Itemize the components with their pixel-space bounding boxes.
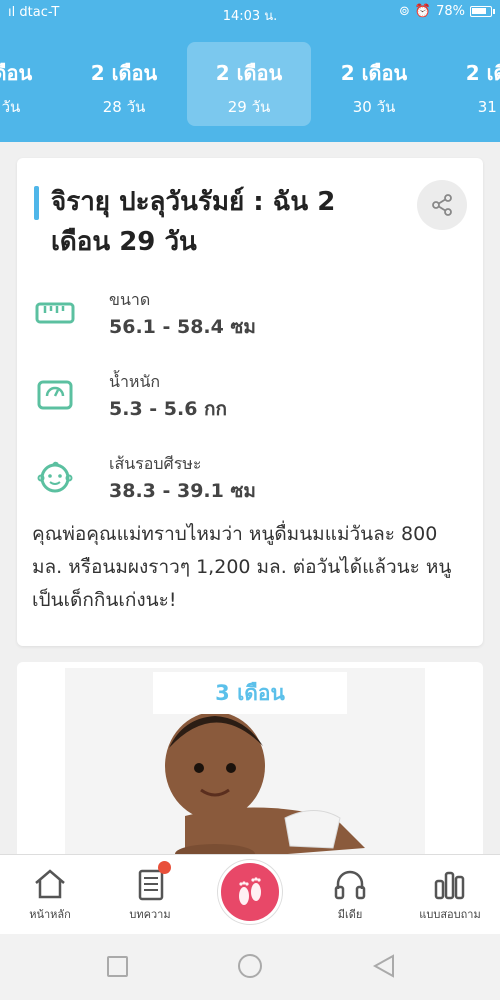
- age-tab[interactable]: 2 เดือน 30 วัน: [312, 42, 436, 126]
- alarm-icon: ⏰: [414, 4, 432, 19]
- share-button[interactable]: [417, 180, 467, 230]
- growth-card: จิรายุ ปะลุวันรัมย์ : ฉัน 2 เดือน 29 วัน…: [17, 158, 483, 646]
- baby-image-card[interactable]: 3 เดือน: [17, 662, 483, 862]
- age-tabs: 2 เดือน 27 วัน 2 เดือน 28 วัน 2 เดือน 29…: [0, 26, 500, 142]
- title-accent-bar: [34, 186, 39, 220]
- stat-weight: น้ำหนัก 5.3 - 5.6 กก: [35, 370, 455, 426]
- stat-label: ขนาด: [109, 290, 151, 309]
- stat-value: 56.1 - 58.4 ซม: [109, 316, 256, 338]
- nav-survey[interactable]: แบบสอบถาม: [400, 855, 500, 935]
- stat-value: 5.3 - 5.6 กก: [109, 398, 228, 420]
- scale-icon: [37, 380, 73, 410]
- home-icon: [35, 869, 65, 899]
- age-label: 3 เดือน: [153, 672, 347, 714]
- stat-head-circumference: เส้นรอบศีรษะ 38.3 - 39.1 ซม: [35, 452, 455, 508]
- system-nav-icons: [107, 954, 394, 978]
- lock-rotation-icon: ⊚: [399, 4, 410, 19]
- bar-chart-icon: [434, 871, 465, 900]
- battery-percent: 78%: [436, 4, 465, 19]
- age-tab-selected[interactable]: 2 เดือน 29 วัน: [187, 42, 311, 126]
- nav-articles[interactable]: บทความ: [100, 855, 200, 935]
- stat-value: 38.3 - 39.1 ซม: [109, 480, 256, 502]
- stat-label: น้ำหนัก: [109, 372, 161, 391]
- stat-label: เส้นรอบศีรษะ: [109, 454, 202, 473]
- age-tab[interactable]: 2 เดือน 28 วัน: [62, 42, 186, 126]
- stat-size: ขนาด 56.1 - 58.4 ซม: [35, 288, 455, 344]
- headphones-icon: [334, 870, 366, 900]
- baby-feet-icon: [239, 877, 261, 905]
- age-tab[interactable]: 2 เดือน 31 วัน: [437, 42, 500, 126]
- battery-icon: [470, 6, 495, 17]
- age-tab[interactable]: 2 เดือน 27 วัน: [0, 42, 61, 126]
- nav-home[interactable]: หน้าหลัก: [0, 855, 100, 935]
- baby-feet-button[interactable]: [218, 860, 282, 924]
- notification-badge: [158, 861, 171, 874]
- ruler-icon: [35, 302, 75, 324]
- system-nav-bar: [0, 934, 500, 1000]
- share-icon: [432, 194, 452, 216]
- status-bar: ıl dtac-T 14:03 น. ⊚ ⏰ 78%: [0, 0, 500, 26]
- status-icons: ⊚ ⏰ 78%: [399, 4, 495, 19]
- card-description: คุณพ่อคุณแม่ทราบไหมว่า หนูดื่มนมแม่วันละ…: [32, 523, 452, 611]
- baby-face-icon: [37, 461, 73, 493]
- nav-media[interactable]: มีเดีย: [300, 855, 400, 935]
- card-title: จิรายุ ปะลุวันรัมย์ : ฉัน 2 เดือน 29 วัน: [51, 187, 336, 257]
